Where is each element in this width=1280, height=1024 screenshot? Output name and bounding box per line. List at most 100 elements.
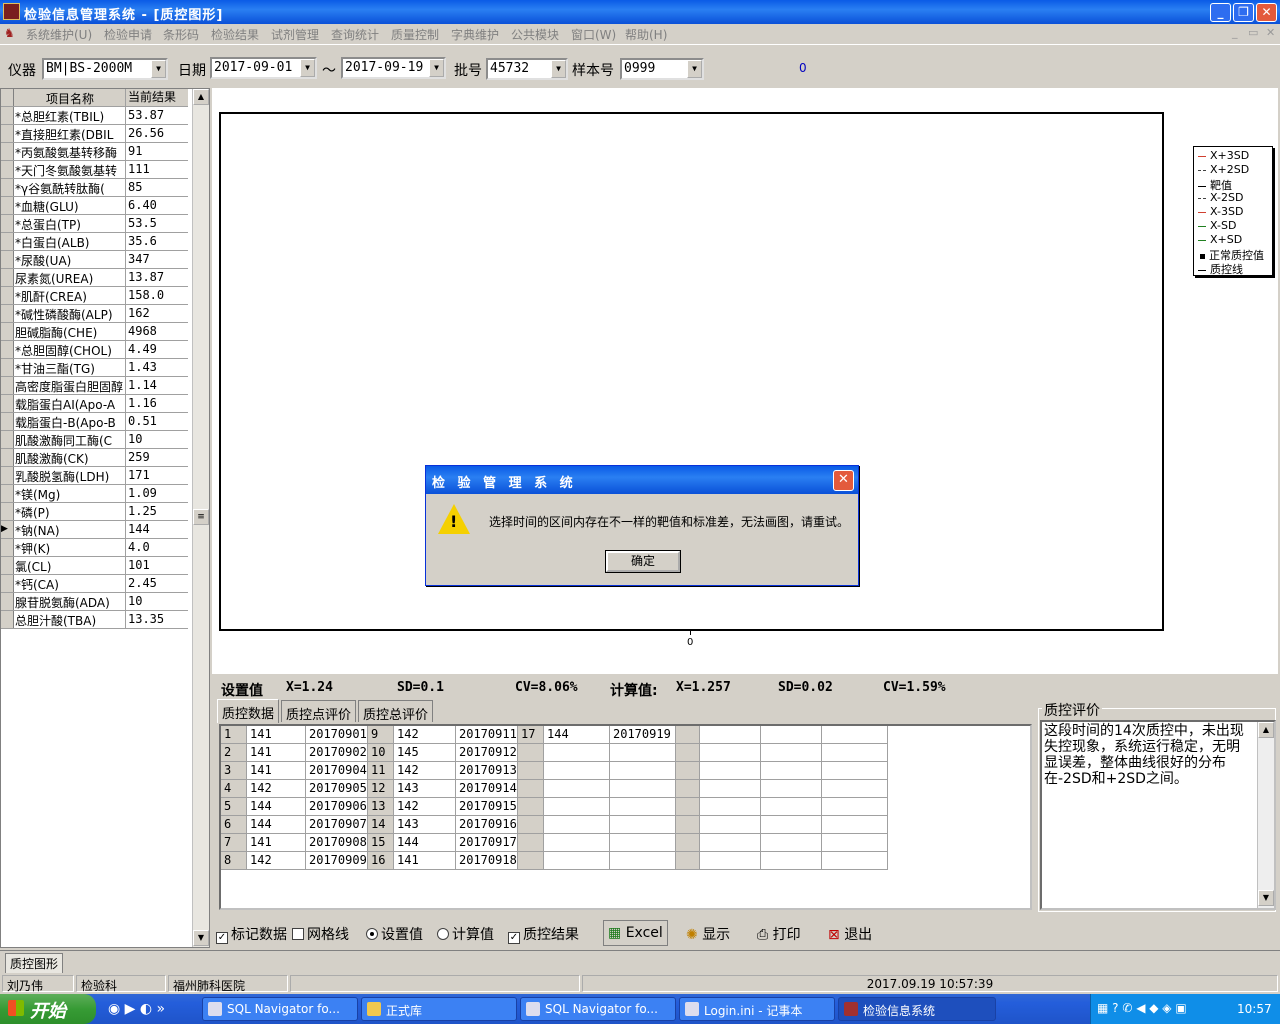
- show-button[interactable]: ✺ 显示: [682, 920, 734, 946]
- qc-index-cell[interactable]: [676, 726, 700, 744]
- qc-data-cell[interactable]: [610, 798, 676, 816]
- test-item-row[interactable]: *总胆固醇(CHOL) 4.49: [1, 341, 188, 359]
- taskbar-item-lis[interactable]: 检验信息系统: [838, 997, 996, 1021]
- test-item-row[interactable]: *钙(CA) 2.45: [1, 575, 188, 593]
- qc-data-cell[interactable]: 20170916: [456, 816, 518, 834]
- test-item-row[interactable]: 肌酸激酶同工酶(C 10: [1, 431, 188, 449]
- tab-qc-point-eval[interactable]: 质控点评价: [281, 700, 357, 723]
- test-item-row[interactable]: 氯(CL) 101: [1, 557, 188, 575]
- calc-value-radio[interactable]: 计算值: [437, 924, 494, 944]
- quicklaunch-icons[interactable]: ◉ ▶ ◐ »: [108, 1001, 165, 1017]
- test-item-row[interactable]: *血糖(GLU) 6.40: [1, 197, 188, 215]
- qc-data-cell[interactable]: [544, 780, 610, 798]
- column-header-name[interactable]: 项目名称: [15, 90, 125, 107]
- instrument-select[interactable]: BM|BS-2000M ▼: [42, 58, 168, 80]
- dialog-close-button[interactable]: ✕: [833, 470, 854, 491]
- chevron-down-icon[interactable]: ▼: [300, 59, 315, 77]
- menu-common[interactable]: 公共模块: [511, 26, 559, 43]
- menu-window[interactable]: 窗口(W): [571, 26, 616, 43]
- qc-index-cell[interactable]: [518, 744, 544, 762]
- scroll-thumb[interactable]: ≡: [193, 509, 209, 525]
- qc-data-cell[interactable]: 20170918: [456, 852, 518, 870]
- sample-select[interactable]: 0999 ▼: [620, 58, 704, 80]
- qc-index-cell[interactable]: [518, 780, 544, 798]
- app-menu-icon[interactable]: ♞: [4, 26, 15, 40]
- menu-help[interactable]: 帮助(H): [625, 26, 667, 43]
- qc-data-cell[interactable]: [544, 834, 610, 852]
- qc-index-cell[interactable]: 16: [368, 852, 394, 870]
- qc-data-cell[interactable]: [544, 816, 610, 834]
- qc-index-cell[interactable]: [676, 780, 700, 798]
- scroll-down-icon[interactable]: ▼: [193, 930, 209, 946]
- menu-quality[interactable]: 质量控制: [391, 26, 439, 43]
- qc-data-cell[interactable]: [761, 798, 822, 816]
- qc-data-cell[interactable]: [610, 852, 676, 870]
- qc-data-cell[interactable]: 20170908: [306, 834, 368, 852]
- qc-index-cell[interactable]: 13: [368, 798, 394, 816]
- test-item-row[interactable]: 乳酸脱氢酶(LDH) 171: [1, 467, 188, 485]
- test-item-row[interactable]: 总胆汁酸(TBA) 13.35: [1, 611, 188, 629]
- qc-index-cell[interactable]: [676, 834, 700, 852]
- menu-request[interactable]: 检验申请: [104, 26, 152, 43]
- menu-query[interactable]: 查询统计: [331, 26, 379, 43]
- qc-data-cell[interactable]: [700, 780, 761, 798]
- qc-index-cell[interactable]: 12: [368, 780, 394, 798]
- qc-data-cell[interactable]: [610, 744, 676, 762]
- qc-data-cell[interactable]: 20170904: [306, 762, 368, 780]
- qc-index-cell[interactable]: 17: [518, 726, 544, 744]
- qc-data-cell[interactable]: 141: [247, 762, 306, 780]
- exit-button[interactable]: ⊠ 退出: [824, 920, 876, 946]
- test-item-row[interactable]: *总蛋白(TP) 53.5: [1, 215, 188, 233]
- qc-index-cell[interactable]: 10: [368, 744, 394, 762]
- column-header-result[interactable]: 当前结果: [125, 89, 188, 106]
- qc-data-cell[interactable]: [761, 834, 822, 852]
- evaluation-scrollbar[interactable]: ▲ ▼: [1257, 722, 1274, 908]
- taskbar-item-sql-navigator-2[interactable]: SQL Navigator fo...: [520, 997, 676, 1021]
- taskbar-item-notepad[interactable]: Login.ini - 记事本: [679, 997, 835, 1021]
- test-item-row[interactable]: *尿酸(UA) 347: [1, 251, 188, 269]
- chevron-down-icon[interactable]: ▼: [687, 60, 702, 78]
- qc-data-cell[interactable]: [822, 852, 888, 870]
- qc-data-cell[interactable]: 142: [394, 798, 456, 816]
- date-to-picker[interactable]: 2017-09-19 ▼: [341, 57, 446, 79]
- qc-data-cell[interactable]: [761, 780, 822, 798]
- scroll-down-icon[interactable]: ▼: [1258, 890, 1274, 906]
- qc-data-grid[interactable]: 1 141 20170901 9 142 20170911 17 144 20170919 2 14…: [219, 724, 1032, 910]
- test-item-row[interactable]: *天门冬氨酸氨基转 111: [1, 161, 188, 179]
- test-item-row[interactable]: *总胆红素(TBIL) 53.87: [1, 107, 188, 125]
- mdi-minimize-button[interactable]: _: [1232, 26, 1238, 39]
- qc-data-cell[interactable]: 20170911: [456, 726, 518, 744]
- test-item-row[interactable]: *钾(K) 4.0: [1, 539, 188, 557]
- qc-data-cell[interactable]: 20170912: [456, 744, 518, 762]
- qc-index-cell[interactable]: [676, 816, 700, 834]
- close-button[interactable]: ✕: [1256, 3, 1277, 22]
- test-item-row[interactable]: 肌酸激酶(CK) 259: [1, 449, 188, 467]
- qc-data-cell[interactable]: 20170914: [456, 780, 518, 798]
- qc-data-cell[interactable]: [761, 744, 822, 762]
- qc-data-cell[interactable]: [700, 744, 761, 762]
- menu-dictionary[interactable]: 字典维护: [451, 26, 499, 43]
- qc-data-cell[interactable]: 141: [247, 726, 306, 744]
- qc-index-cell[interactable]: [676, 762, 700, 780]
- qc-data-cell[interactable]: [700, 798, 761, 816]
- mdi-restore-button[interactable]: ▭: [1248, 26, 1258, 39]
- qc-data-cell[interactable]: 20170913: [456, 762, 518, 780]
- qc-data-cell[interactable]: [610, 834, 676, 852]
- test-item-row[interactable]: *磷(P) 1.25: [1, 503, 188, 521]
- qc-data-cell[interactable]: 143: [394, 780, 456, 798]
- qc-data-cell[interactable]: 142: [247, 780, 306, 798]
- qc-data-cell[interactable]: 20170919: [610, 726, 676, 744]
- mdi-close-button[interactable]: ✕: [1266, 26, 1275, 39]
- qc-data-cell[interactable]: 144: [544, 726, 610, 744]
- test-item-row[interactable]: 载脂蛋白-B(Apo-B 0.51: [1, 413, 188, 431]
- qc-index-cell[interactable]: [676, 798, 700, 816]
- chevron-down-icon[interactable]: ▼: [429, 59, 444, 77]
- test-item-row[interactable]: 胆碱脂酶(CHE) 4968: [1, 323, 188, 341]
- grid-lines-checkbox[interactable]: 网格线: [292, 924, 349, 944]
- qc-index-cell[interactable]: 7: [221, 834, 247, 852]
- qc-data-cell[interactable]: [700, 816, 761, 834]
- qc-index-cell[interactable]: 15: [368, 834, 394, 852]
- excel-button[interactable]: ▦ Excel: [603, 920, 668, 946]
- qc-index-cell[interactable]: 1: [221, 726, 247, 744]
- qc-data-cell[interactable]: [544, 852, 610, 870]
